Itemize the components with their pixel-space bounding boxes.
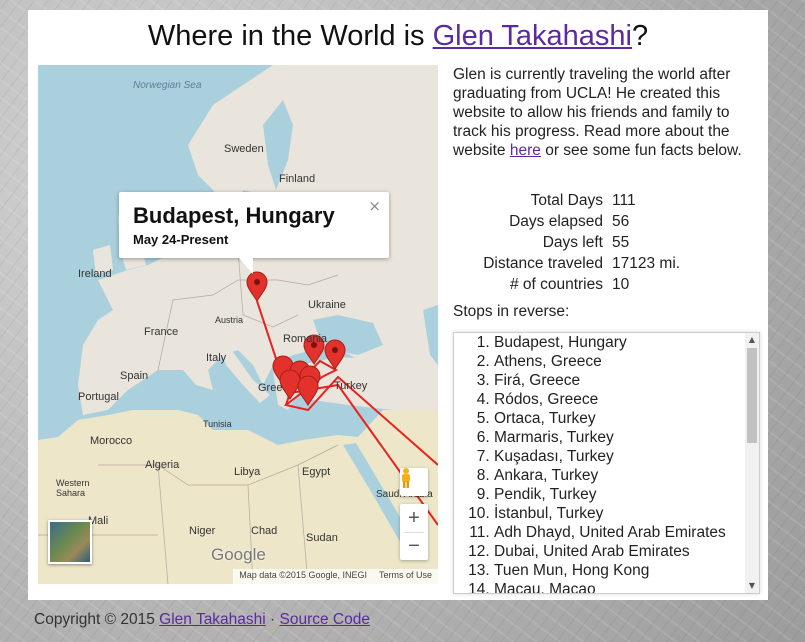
travel-map[interactable]: Norwegian Sea Sweden Finland Ireland Ukr… — [38, 65, 438, 584]
footer-separator: · — [265, 611, 280, 628]
map-attribution: Map data ©2015 Google, INEGI Terms of Use — [233, 569, 438, 584]
map-label-italy: Italy — [206, 352, 227, 364]
scroll-down-arrow-icon[interactable]: ▼ — [745, 579, 759, 593]
list-item: İstanbul, Turkey — [494, 504, 726, 523]
map-label-ireland: Ireland — [78, 268, 112, 280]
google-logo: Google — [211, 545, 266, 564]
stops-scroll-box[interactable]: Budapest, Hungary Athens, Greece Firá, G… — [453, 332, 760, 594]
map-label-chad: Chad — [251, 525, 278, 537]
map-label-tunisia: Tunisia — [203, 419, 232, 429]
list-item: Kuşadası, Turkey — [494, 447, 726, 466]
zoom-out-button[interactable]: − — [400, 532, 428, 560]
list-item: Pendik, Turkey — [494, 485, 726, 504]
map-label-algeria: Algeria — [145, 459, 180, 471]
stops-heading: Stops in reverse: — [453, 303, 570, 320]
popup-close-icon[interactable]: × — [368, 197, 381, 215]
map-label-libya: Libya — [234, 466, 261, 478]
title-suffix: ? — [631, 20, 649, 52]
map-label-western-sahara: Western Sahara — [56, 478, 90, 498]
stat-label: Days left — [542, 233, 603, 251]
list-item: Budapest, Hungary — [494, 333, 726, 352]
list-item: Adh Dhayd, United Arab Emirates — [494, 523, 726, 542]
list-item: Ródos, Greece — [494, 390, 726, 409]
map-data-credit: Map data ©2015 Google, INEGI — [239, 570, 367, 580]
intro-text-after: or see some fun facts below. — [540, 142, 742, 159]
map-label-sweden: Sweden — [224, 143, 264, 155]
list-item: Ankara, Turkey — [494, 466, 726, 485]
map-label-france: France — [144, 326, 179, 338]
map-label-niger: Niger — [189, 525, 216, 537]
stats-row: Distance traveled 17123 mi. — [453, 253, 763, 274]
title-prefix: Where in the World is — [147, 20, 433, 52]
main-card: Where in the World is Glen Takahashi? No… — [28, 10, 768, 600]
zoom-in-button[interactable]: + — [400, 504, 428, 532]
title-name-link[interactable]: Glen Takahashi — [433, 20, 632, 52]
stats-row: Total Days 111 — [453, 190, 763, 211]
map-label-portugal: Portugal — [78, 391, 119, 403]
map-label-greece: Gree — [258, 382, 283, 394]
scrollbar-thumb[interactable] — [747, 348, 757, 443]
popup-tail — [239, 258, 253, 274]
intro-paragraph: Glen is currently traveling the world af… — [453, 65, 763, 160]
popup-dates: May 24-Present — [133, 232, 229, 247]
map-label-romania: Romania — [283, 333, 328, 345]
stats-row: # of countries 10 — [453, 274, 763, 295]
stat-label: # of countries — [509, 275, 603, 293]
map-label-egypt: Egypt — [302, 466, 331, 478]
stops-list: Budapest, Hungary Athens, Greece Firá, G… — [454, 333, 726, 593]
list-item: Macau, Macao — [494, 580, 726, 593]
terms-of-use-link[interactable]: Terms of Use — [379, 570, 432, 580]
stat-value: 17123 mi. — [612, 254, 681, 272]
zoom-control: + − — [400, 504, 428, 560]
map-label-ukraine: Ukraine — [308, 299, 346, 311]
stat-value: 10 — [612, 275, 630, 293]
page-title: Where in the World is Glen Takahashi? — [28, 20, 768, 53]
stat-value: 111 — [612, 191, 636, 209]
stops-scrollbar[interactable]: ▲ ▼ — [745, 333, 759, 593]
map-label-sudan: Sudan — [306, 532, 338, 544]
footer: Copyright © 2015 Glen Takahashi · Source… — [34, 611, 370, 629]
map-label-norwegian-sea: Norwegian Sea — [133, 80, 202, 91]
stat-value: 55 — [612, 233, 630, 251]
list-item: Tuen Mun, Hong Kong — [494, 561, 726, 580]
popup-city: Budapest, Hungary — [133, 203, 335, 228]
map-info-popup: Budapest, Hungary May 24-Present × — [119, 192, 389, 274]
street-view-pegman-icon[interactable] — [400, 468, 428, 496]
stat-label: Total Days — [530, 191, 603, 209]
source-code-link[interactable]: Source Code — [280, 611, 370, 628]
list-item: Marmaris, Turkey — [494, 428, 726, 447]
stat-value: 56 — [612, 212, 630, 230]
map-label-finland: Finland — [279, 173, 316, 185]
list-item: Ortaca, Turkey — [494, 409, 726, 428]
list-item: Firá, Greece — [494, 371, 726, 390]
scroll-up-arrow-icon[interactable]: ▲ — [745, 333, 759, 347]
footer-copyright: Copyright © 2015 — [34, 611, 160, 628]
satellite-toggle-thumbnail[interactable] — [48, 520, 92, 564]
list-item: Dubai, United Arab Emirates — [494, 542, 726, 561]
stats-row: Days elapsed 56 — [453, 211, 763, 232]
stats-row: Days left 55 — [453, 232, 763, 253]
stat-label: Days elapsed — [509, 212, 603, 230]
map-label-spain: Spain — [120, 370, 149, 382]
zoom-divider — [404, 532, 424, 533]
stat-label: Distance traveled — [483, 254, 603, 272]
stats-table: Total Days 111 Days elapsed 56 Days left 55… — [453, 190, 763, 295]
footer-name-link[interactable]: Glen Takahashi — [159, 611, 266, 628]
map-label-turkey: Turkey — [334, 380, 368, 392]
list-item: Athens, Greece — [494, 352, 726, 371]
map-label-morocco: Morocco — [90, 435, 133, 447]
map-label-austria: Austria — [215, 315, 244, 325]
intro-here-link[interactable]: here — [510, 142, 541, 159]
